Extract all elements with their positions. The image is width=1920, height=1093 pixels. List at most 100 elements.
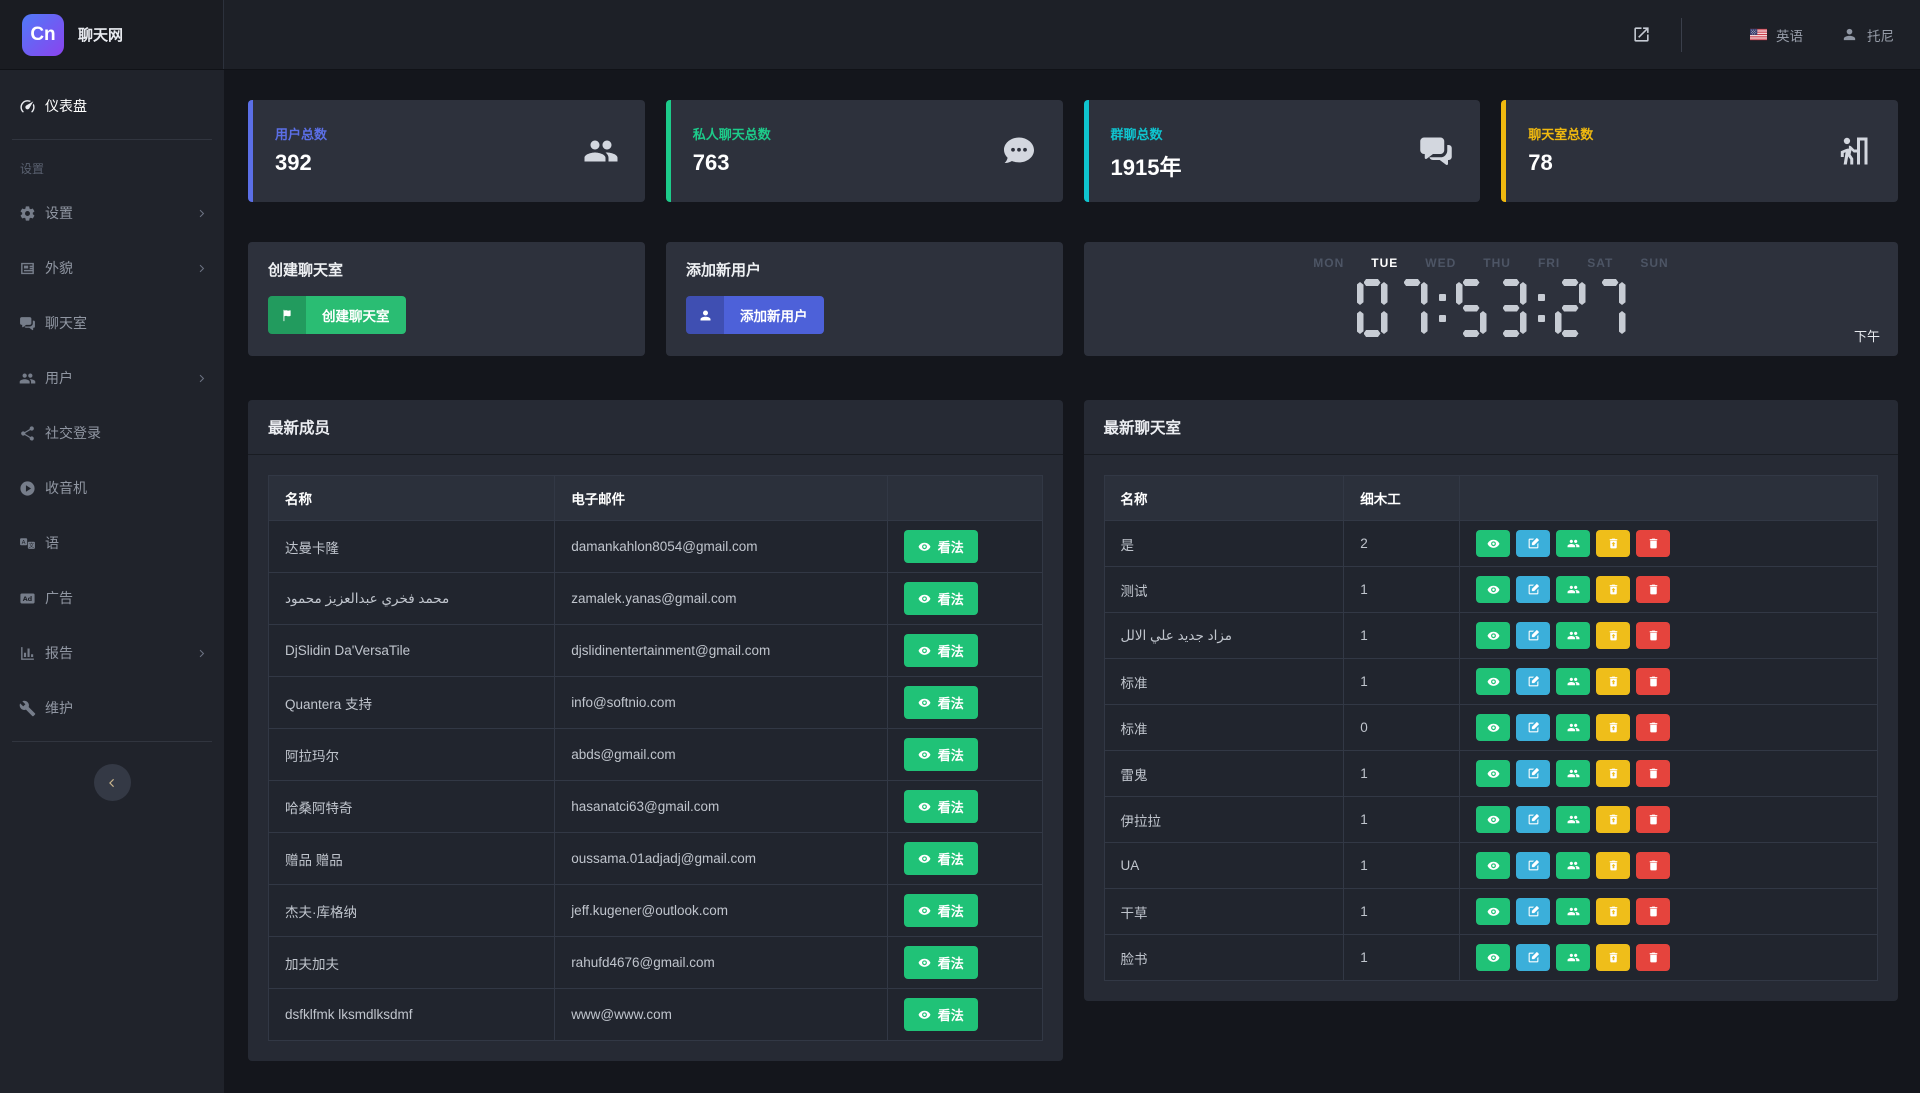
sidebar-item[interactable]: 报告 [0,631,224,675]
room-joiners: 1 [1344,843,1460,889]
delete-room-button[interactable] [1636,898,1670,925]
room-members-button[interactable] [1556,668,1590,695]
view-room-button[interactable] [1476,852,1510,879]
clear-room-button[interactable] [1596,668,1630,695]
clock-day: THU [1483,256,1511,270]
sidebar-item[interactable]: 聊天室 [0,301,224,345]
view-member-button[interactable]: 看法 [904,998,978,1031]
edit-icon [1527,583,1540,596]
room-members-button[interactable] [1556,760,1590,787]
chevron-right-icon [195,262,208,275]
view-member-button[interactable]: 看法 [904,946,978,979]
clear-room-button[interactable] [1596,898,1630,925]
eye-icon [918,748,931,761]
view-room-button[interactable] [1476,760,1510,787]
view-member-button[interactable]: 看法 [904,894,978,927]
clear-room-button[interactable] [1596,714,1630,741]
delete-room-button[interactable] [1636,714,1670,741]
trash-icon [1647,951,1660,964]
member-email: djslidinentertainment@gmail.com [555,625,888,677]
room-members-button[interactable] [1556,530,1590,557]
view-member-button[interactable]: 看法 [904,686,978,719]
edit-room-button[interactable] [1516,714,1550,741]
view-room-button[interactable] [1476,668,1510,695]
room-name: 是 [1104,521,1344,567]
clear-room-button[interactable] [1596,944,1630,971]
clear-room-button[interactable] [1596,806,1630,833]
sidebar-item[interactable]: 收音机 [0,466,224,510]
sidebar-item[interactable]: 外貌 [0,246,224,290]
edit-room-button[interactable] [1516,898,1550,925]
delete-room-button[interactable] [1636,806,1670,833]
edit-room-button[interactable] [1516,806,1550,833]
view-room-button[interactable] [1476,806,1510,833]
room-members-button[interactable] [1556,944,1590,971]
chevron-right-icon [195,207,208,220]
view-member-button[interactable]: 看法 [904,530,978,563]
clear-room-button[interactable] [1596,530,1630,557]
eye-icon [918,644,931,657]
edit-room-button[interactable] [1516,622,1550,649]
view-room-button[interactable] [1476,576,1510,603]
sidebar-item[interactable]: A文 语 [0,521,224,565]
view-room-button[interactable] [1476,714,1510,741]
view-member-button[interactable]: 看法 [904,842,978,875]
add-user-card: 添加新用户 添加新用户 [666,242,1063,356]
external-link-button[interactable] [1632,25,1651,44]
view-member-button[interactable]: 看法 [904,738,978,771]
clear-room-button[interactable] [1596,852,1630,879]
sidebar-item[interactable]: 社交登录 [0,411,224,455]
language-switcher[interactable]: 英语 [1750,25,1803,45]
view-member-button[interactable]: 看法 [904,634,978,667]
member-name: 赠品 赠品 [269,833,555,885]
room-members-button[interactable] [1556,852,1590,879]
edit-room-button[interactable] [1516,760,1550,787]
sidebar-item[interactable]: 维护 [0,686,224,730]
edit-room-button[interactable] [1516,668,1550,695]
room-row: 伊拉拉 1 [1104,797,1878,843]
sidebar-item[interactable]: Ad 广告 [0,576,224,620]
edit-room-button[interactable] [1516,576,1550,603]
delete-room-button[interactable] [1636,668,1670,695]
view-room-button[interactable] [1476,898,1510,925]
delete-room-button[interactable] [1636,622,1670,649]
view-member-button[interactable]: 看法 [904,582,978,615]
room-members-button[interactable] [1556,622,1590,649]
clear-room-button[interactable] [1596,622,1630,649]
edit-room-button[interactable] [1516,530,1550,557]
sidebar-collapse-button[interactable] [94,764,131,801]
view-room-button[interactable] [1476,622,1510,649]
sidebar-item[interactable]: 用户 [0,356,224,400]
users-icon [1567,767,1580,780]
room-row: مزاد جديد علي الالل 1 [1104,613,1878,659]
clear-room-button[interactable] [1596,576,1630,603]
delete-room-button[interactable] [1636,852,1670,879]
delete-room-button[interactable] [1636,530,1670,557]
view-room-button[interactable] [1476,530,1510,557]
sidebar: 仪表盘 设置 设置 外貌 聊天室 用户 社交登录 收音机A文 语Ad 广告 报告… [0,70,224,1093]
create-room-button[interactable]: 创建聊天室 [268,296,406,334]
external-link-icon [1632,25,1651,44]
room-members-button[interactable] [1556,806,1590,833]
user-menu[interactable]: 托尼 [1841,25,1894,45]
add-user-button[interactable]: 添加新用户 [686,296,824,334]
view-room-button[interactable] [1476,944,1510,971]
room-members-button[interactable] [1556,576,1590,603]
users-icon [1567,859,1580,872]
delete-room-button[interactable] [1636,944,1670,971]
sidebar-item[interactable]: 设置 [0,191,224,235]
edit-room-button[interactable] [1516,852,1550,879]
sidebar-item-dashboard[interactable]: 仪表盘 [0,84,224,128]
clock-digit [1555,279,1586,337]
gear-icon [19,205,45,222]
edit-room-button[interactable] [1516,944,1550,971]
stat-card: 群聊总数 1915年 [1084,100,1481,202]
delete-room-button[interactable] [1636,760,1670,787]
clock-days: MONTUEWEDTHUFRISATSUN [1084,256,1898,270]
room-members-button[interactable] [1556,714,1590,741]
delete-room-button[interactable] [1636,576,1670,603]
room-members-button[interactable] [1556,898,1590,925]
clear-room-button[interactable] [1596,760,1630,787]
app-logo[interactable]: Cn [22,14,64,56]
view-member-button[interactable]: 看法 [904,790,978,823]
